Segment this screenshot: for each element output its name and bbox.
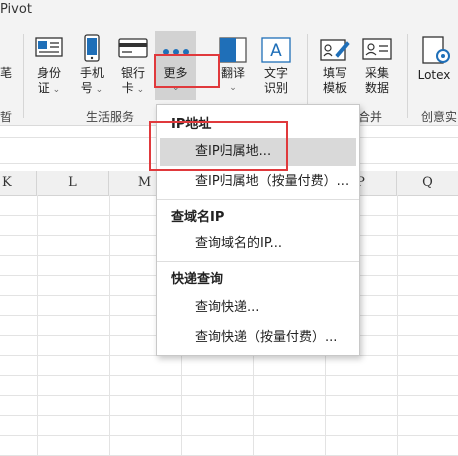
ocr-label: 文字 [263, 66, 288, 80]
fill-template-label: 填写 [322, 66, 347, 80]
collect-data-label-2: 数据 [364, 81, 389, 95]
chevron-down-icon: ⌄ [92, 85, 104, 95]
grid-line [0, 435, 458, 436]
svg-text:A: A [270, 41, 282, 61]
fill-template-label-2: 模板 [322, 81, 347, 95]
chevron-down-icon: ⌄ [133, 85, 145, 95]
group-separator [407, 34, 408, 118]
partial-button-label: 芼 [0, 66, 13, 80]
id-card-button[interactable]: 身份 证 ⌄ [34, 66, 64, 98]
translate-button[interactable]: 翻译 ⌄ [216, 66, 250, 96]
menu-divider [157, 261, 359, 262]
phone-label: 手机 [79, 66, 104, 80]
fill-template-button[interactable]: 填写 模板 [318, 66, 352, 96]
menu-item-domain-ip[interactable]: 查询域名的IP... [160, 230, 356, 258]
id-card-label: 身份 [36, 66, 61, 80]
menu-divider [157, 199, 359, 200]
ocr-button[interactable]: 文字 识别 [259, 66, 293, 96]
id-card-icon [35, 36, 63, 62]
phone-icon [83, 34, 101, 66]
translate-icon [219, 37, 247, 67]
bank-card-label-2: 卡 [121, 81, 134, 95]
menu-item-express-lookup[interactable]: 查询快递... [160, 294, 356, 322]
column-header-q[interactable]: Q [397, 171, 458, 195]
text-recognition-icon: A [261, 37, 291, 67]
annotation-box-ip-lookup [149, 121, 288, 171]
translate-label: 翻译 [220, 66, 245, 80]
collect-data-icon [362, 37, 392, 67]
collect-data-label: 采集 [364, 66, 389, 80]
bank-card-icon [118, 38, 148, 62]
collect-data-button[interactable]: 采集 数据 [360, 66, 394, 96]
id-card-label-2: 证 [37, 81, 50, 95]
lotex-settings-icon [421, 35, 451, 69]
column-header-l[interactable]: L [37, 171, 109, 195]
ocr-label-2: 识别 [263, 81, 288, 95]
lotex-button[interactable]: Lotex [414, 68, 454, 83]
grid-line [0, 415, 458, 416]
group-label-life-services: 生活服务 [86, 110, 135, 124]
chevron-down-icon: ⌄ [49, 85, 61, 95]
menu-item-ip-lookup-paid[interactable]: 查IP归属地（按量付费）... [160, 168, 356, 196]
phone-button[interactable]: 手机 号 ⌄ [77, 66, 107, 98]
menu-item-express-lookup-paid[interactable]: 查询快递（按量付费）... [160, 324, 356, 352]
grid-line [0, 395, 458, 396]
group-label-combine: 合并 [358, 110, 383, 124]
column-header-k[interactable]: K [0, 171, 37, 195]
bank-card-label: 银行 [120, 66, 145, 80]
partial-group-label: 晢 [0, 110, 13, 124]
phone-label-2: 号 [80, 81, 93, 95]
partial-button[interactable]: 芼 [0, 66, 12, 81]
lotex-label: Lotex [417, 68, 451, 82]
edit-form-icon [320, 37, 350, 67]
menu-section-express: 快递查询 [171, 272, 224, 287]
bank-card-button[interactable]: 银行 卡 ⌄ [118, 66, 148, 98]
chevron-down-icon: ⌄ [229, 83, 237, 93]
menu-section-domain-ip: 查域名IP [171, 210, 225, 225]
group-label-creative: 创意实 [421, 110, 458, 124]
window-title: Pivot [0, 2, 32, 17]
grid-line [0, 375, 458, 376]
annotation-box-more [154, 54, 220, 88]
group-separator [23, 34, 24, 118]
